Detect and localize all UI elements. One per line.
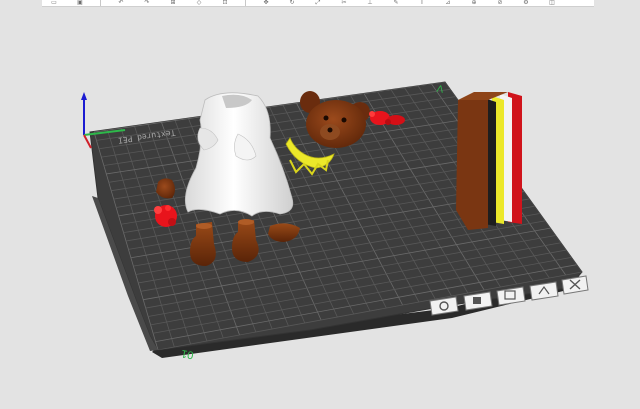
bear-eye-right bbox=[341, 117, 347, 123]
tower-brown-front bbox=[456, 100, 488, 230]
z-axis-arrow bbox=[81, 92, 87, 100]
color-tower-model[interactable] bbox=[456, 92, 522, 230]
plate-number: 01 bbox=[180, 347, 194, 361]
bear-nose bbox=[327, 127, 333, 133]
bear-face bbox=[306, 100, 366, 148]
3d-viewport[interactable]: Textured PEI 01 V bbox=[0, 0, 640, 409]
bear-eye-left bbox=[323, 115, 329, 121]
x-axis bbox=[83, 134, 92, 149]
